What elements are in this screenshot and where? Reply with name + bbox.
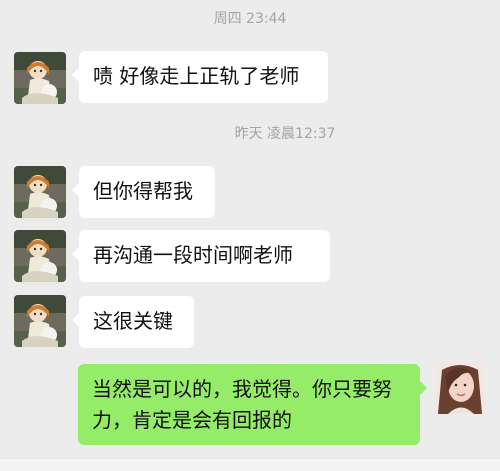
cartoon-avatar-icon [14,166,66,218]
message-bubble-contact[interactable]: 啧 好像走上正轨了老师 [72,51,328,103]
contact-avatar[interactable] [14,166,66,218]
chat-bottom-edge [0,458,500,471]
self-avatar[interactable] [434,362,486,414]
chat-area[interactable]: 周四 23:44 啧 好像走上正轨了老师 昨天 凌晨12:37 但你得帮我 再沟… [0,0,500,471]
cartoon-avatar-icon [14,295,66,347]
chat-timestamp: 昨天 凌晨12:37 [234,126,336,142]
contact-avatar[interactable] [14,295,66,347]
user-photo-avatar-icon [434,362,486,414]
cartoon-avatar-icon [14,52,66,104]
contact-avatar[interactable] [14,230,66,282]
message-bubble-contact[interactable]: 但你得帮我 [72,166,215,218]
message-bubble-contact[interactable]: 再沟通一段时间啊老师 [72,230,330,282]
contact-avatar[interactable] [14,52,66,104]
cartoon-avatar-icon [14,230,66,282]
chat-timestamp: 周四 23:44 [213,11,287,27]
message-bubble-contact[interactable]: 这很关键 [72,296,194,348]
message-bubble-self[interactable]: 当然是可以的，我觉得。你只要努力，肯定是会有回报的 [78,364,427,445]
